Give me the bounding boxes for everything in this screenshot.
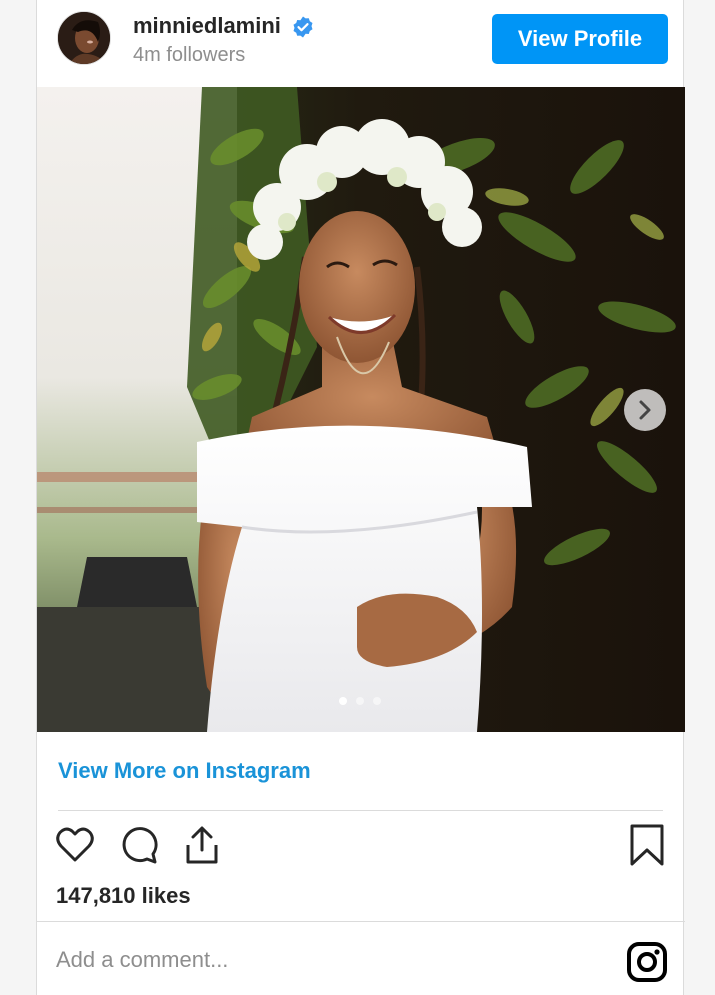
instagram-logo-icon[interactable] <box>626 941 668 983</box>
verified-badge-icon <box>293 16 313 38</box>
next-image-button[interactable] <box>624 389 666 431</box>
divider <box>58 810 663 811</box>
carousel-dot <box>373 697 381 705</box>
carousel-dot <box>339 697 347 705</box>
chevron-right-icon <box>639 400 651 420</box>
share-upload-icon[interactable] <box>180 823 224 867</box>
like-count: 147,810 likes <box>56 883 191 908</box>
comment-bubble-icon[interactable] <box>117 823 161 867</box>
divider <box>37 921 685 922</box>
view-more-link[interactable]: View More on Instagram <box>58 758 311 784</box>
avatar[interactable] <box>57 11 111 65</box>
view-profile-button[interactable]: View Profile <box>492 14 668 64</box>
add-comment-input[interactable]: Add a comment... <box>56 947 228 973</box>
carousel-dot <box>356 697 364 705</box>
post-header: minniedlamini 4m followers View Profile <box>37 0 685 87</box>
post-image[interactable] <box>37 87 685 732</box>
bookmark-icon[interactable] <box>625 823 669 867</box>
instagram-embed-card: minniedlamini 4m followers View Profile <box>36 0 685 995</box>
heart-icon[interactable] <box>53 823 97 867</box>
follower-count: 4m followers <box>133 44 246 66</box>
username[interactable]: minniedlamini <box>133 13 281 39</box>
